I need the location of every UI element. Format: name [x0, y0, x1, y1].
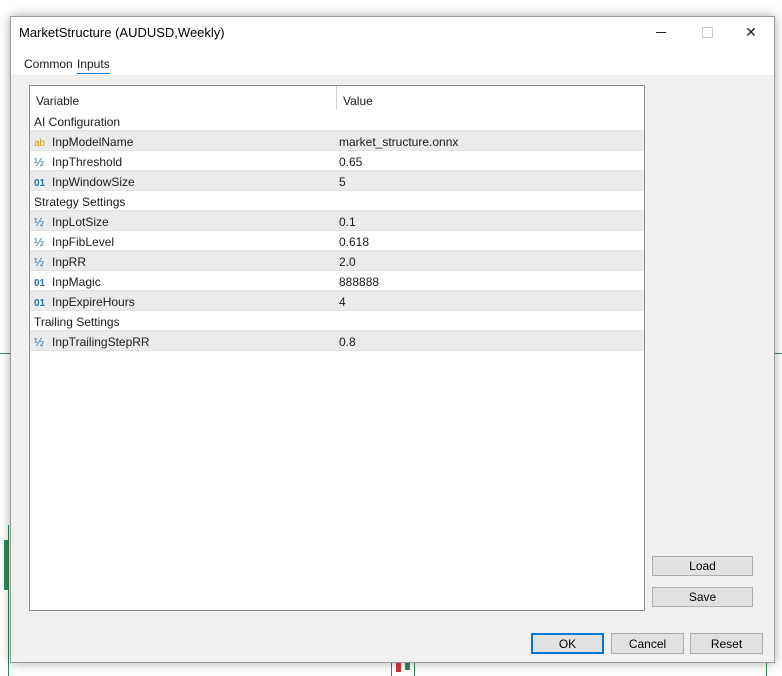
parameter-label: InpLotSize: [52, 215, 109, 229]
parameter-name: 01 InpMagic: [34, 275, 101, 289]
close-icon: ✕: [745, 24, 757, 40]
parameter-value[interactable]: 0.618: [339, 235, 369, 249]
cancel-button[interactable]: Cancel: [611, 633, 684, 654]
parameter-label: InpExpireHours: [52, 295, 135, 309]
grid-rows: AI Configuration ab InpModelName market_str…: [30, 111, 644, 351]
parameter-name: 01 InpExpireHours: [34, 295, 135, 309]
section-row[interactable]: Trailing Settings: [30, 311, 644, 331]
minimize-button[interactable]: [638, 17, 684, 48]
chart-candle: [396, 662, 401, 672]
parameter-name: ½ InpLotSize: [34, 215, 109, 229]
chart-wick: [8, 525, 9, 676]
parameter-name: ½ InpTrailingStepRR: [34, 335, 150, 349]
save-button[interactable]: Save: [652, 587, 753, 607]
load-button[interactable]: Load: [652, 556, 753, 576]
parameter-value[interactable]: 888888: [339, 275, 379, 289]
parameter-row[interactable]: 01 InpMagic 888888: [30, 271, 644, 291]
parameter-row[interactable]: ab InpModelName market_structure.onnx: [30, 131, 644, 151]
integer-type-icon: 01: [34, 178, 46, 189]
double-type-icon: ½: [34, 235, 45, 249]
parameter-name: ½ InpThreshold: [34, 155, 122, 169]
double-type-icon: ½: [34, 215, 45, 229]
dialog-footer: OK Cancel Reset: [11, 625, 774, 662]
column-header-variable[interactable]: Variable: [36, 94, 79, 108]
chart-wick: [414, 662, 415, 676]
integer-type-icon: 01: [34, 278, 46, 289]
parameter-value[interactable]: 0.8: [339, 335, 356, 349]
ok-button[interactable]: OK: [531, 633, 604, 654]
parameter-row[interactable]: 01 InpWindowSize 5: [30, 171, 644, 191]
parameter-name: ½ InpFibLevel: [34, 235, 114, 249]
row-divider: [30, 350, 644, 351]
reset-button[interactable]: Reset: [690, 633, 763, 654]
tab-inputs[interactable]: Inputs: [77, 57, 110, 74]
double-type-icon: ½: [34, 335, 45, 349]
chart-wick: [391, 662, 392, 676]
minimize-icon: [656, 32, 666, 33]
section-label: AI Configuration: [34, 115, 121, 129]
parameter-value[interactable]: market_structure.onnx: [339, 135, 458, 149]
section-row[interactable]: AI Configuration: [30, 111, 644, 131]
section-row[interactable]: Strategy Settings: [30, 191, 644, 211]
parameter-row[interactable]: ½ InpRR 2.0: [30, 251, 644, 271]
inputs-grid: Variable Value AI Configuration ab InpMode…: [29, 85, 645, 611]
section-label: Trailing Settings: [34, 315, 120, 329]
section-title: AI Configuration: [34, 115, 120, 129]
parameter-label: InpTrailingStepRR: [52, 335, 150, 349]
parameter-value[interactable]: 0.65: [339, 155, 362, 169]
parameter-label: InpWindowSize: [52, 175, 135, 189]
string-type-icon: ab: [34, 138, 46, 149]
parameter-label: InpThreshold: [52, 155, 123, 169]
parameter-label: InpMagic: [52, 275, 101, 289]
parameter-value[interactable]: 0.1: [339, 215, 356, 229]
section-label: Strategy Settings: [34, 195, 126, 209]
parameter-row[interactable]: 01 InpExpireHours 4: [30, 291, 644, 311]
double-type-icon: ½: [34, 255, 45, 269]
properties-dialog: MarketStructure (AUDUSD,Weekly) ✕ Common…: [10, 16, 775, 663]
parameter-label: InpRR: [52, 255, 87, 269]
parameter-label: InpFibLevel: [52, 235, 115, 249]
column-header-value[interactable]: Value: [343, 94, 373, 108]
parameter-row[interactable]: ½ InpFibLevel 0.618: [30, 231, 644, 251]
chart-level-line: [0, 353, 10, 354]
grid-header: Variable Value: [30, 86, 644, 111]
double-type-icon: ½: [34, 155, 45, 169]
parameter-label: InpModelName: [52, 135, 134, 149]
parameter-name: 01 InpWindowSize: [34, 175, 135, 189]
tab-bar: Common Inputs: [11, 48, 774, 75]
section-title: Strategy Settings: [34, 195, 125, 209]
parameter-value[interactable]: 4: [339, 295, 346, 309]
maximize-icon: [701, 27, 713, 38]
section-title: Trailing Settings: [34, 315, 120, 329]
parameter-value[interactable]: 2.0: [339, 255, 356, 269]
parameter-value[interactable]: 5: [339, 175, 346, 189]
dialog-title: MarketStructure (AUDUSD,Weekly): [19, 25, 225, 40]
maximize-button: [684, 17, 730, 48]
integer-type-icon: 01: [34, 298, 46, 309]
parameter-row[interactable]: ½ InpThreshold 0.65: [30, 151, 644, 171]
parameter-name: ab InpModelName: [34, 135, 133, 149]
parameter-row[interactable]: ½ InpTrailingStepRR 0.8: [30, 331, 644, 351]
parameter-row[interactable]: ½ InpLotSize 0.1: [30, 211, 644, 231]
parameter-name: ½ InpRR: [34, 255, 86, 269]
chart-candle: [405, 662, 410, 670]
title-bar[interactable]: MarketStructure (AUDUSD,Weekly) ✕: [11, 17, 774, 48]
tab-common[interactable]: Common: [24, 57, 73, 73]
close-button[interactable]: ✕: [728, 17, 774, 48]
